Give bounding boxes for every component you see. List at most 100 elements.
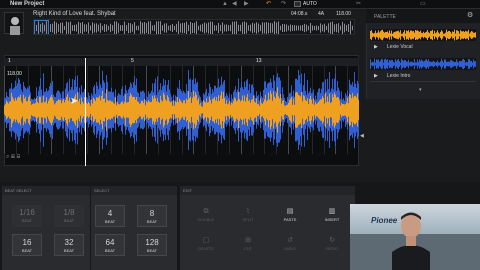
waveform-sample [224, 97, 225, 123]
cut-icon[interactable]: ✂ [356, 1, 361, 7]
beat-button[interactable]: 8 BEAT [137, 205, 167, 227]
overview-sample [86, 24, 87, 32]
palette-item-waveform[interactable] [370, 29, 476, 41]
waveform-sample [5, 103, 6, 117]
palette-waveform-sample [463, 58, 464, 70]
palette-waveform-sample [450, 31, 451, 39]
overview-sample [274, 21, 275, 34]
beat-button[interactable]: 32 BEAT [54, 234, 84, 256]
beat-button-value: 1/16 [19, 208, 35, 217]
waveform-tools[interactable]: ⌕ ⊞ ⊟ [6, 154, 20, 161]
undo-icon[interactable]: ↶ [266, 1, 271, 7]
overview-sample [304, 23, 305, 33]
waveform-sample [321, 99, 322, 121]
double-icon: ⧉ [203, 208, 209, 215]
track-overview[interactable] [33, 19, 355, 35]
waveform-sample [91, 99, 92, 121]
play-icon[interactable]: ◀ [232, 1, 237, 7]
play-icon[interactable]: ▶ [374, 44, 378, 50]
waveform-sample [140, 103, 141, 117]
palette-waveform-sample [465, 30, 466, 40]
palette-waveform-sample [469, 59, 470, 69]
waveform-sample [264, 99, 265, 121]
double-button[interactable]: ⧉ DOUBLE [191, 205, 221, 227]
waveform-sample [154, 95, 155, 125]
waveform-sample [89, 103, 90, 117]
waveform-sample [308, 104, 309, 116]
delete-button[interactable]: ▢ DELETE [191, 234, 221, 256]
waveform-sample [61, 103, 62, 117]
beat-ruler[interactable] [4, 58, 359, 66]
palette-waveform-sample [396, 31, 397, 39]
palette-item-waveform[interactable] [370, 58, 476, 70]
beat-button[interactable]: 1/16 BEAT [12, 205, 42, 227]
overview-sample [146, 23, 147, 33]
paste-button[interactable]: ▤ PASTE [275, 205, 305, 227]
waveform-sample [317, 103, 318, 117]
waveform-sample [209, 96, 210, 124]
waveform-sample [208, 101, 209, 119]
playhead[interactable] [85, 58, 86, 166]
waveform-sample [41, 102, 42, 118]
overview-sample [154, 24, 155, 32]
window-icon[interactable]: ▭ [420, 1, 426, 7]
undo-button[interactable]: ↺ UNDO [275, 234, 305, 256]
palette-waveform-sample [470, 61, 471, 67]
play-icon[interactable]: ▶ [374, 73, 378, 79]
overview-sample [76, 24, 77, 32]
gear-icon[interactable]: ⚙ [467, 11, 473, 19]
waveform-sample [186, 98, 187, 122]
palette-waveform-sample [446, 29, 447, 41]
waveform-sample [192, 97, 193, 123]
overview-sample [234, 21, 235, 34]
overview-sample [100, 23, 101, 33]
waveform-sample [110, 100, 111, 120]
overview-sample [64, 25, 65, 31]
palette-waveform-sample [389, 30, 390, 40]
waveform-sample [17, 97, 18, 123]
palette-waveform-sample [441, 30, 442, 40]
palette-waveform-sample [431, 30, 432, 40]
chevron-up-icon[interactable]: ▲ [222, 1, 228, 7]
insert-button[interactable]: ▥ INSERT [317, 205, 347, 227]
redo-icon[interactable]: ↷ [281, 1, 286, 7]
overview-sample [218, 22, 219, 34]
auto-checkbox[interactable] [294, 1, 301, 7]
beat-button[interactable]: 1/8 BEAT [54, 205, 84, 227]
beat-button[interactable]: 128 BEAT [137, 234, 167, 256]
palette-waveform-sample [475, 32, 476, 38]
palette-item-label[interactable]: Lexie Vocal [387, 44, 413, 50]
waveform-sample [87, 103, 88, 117]
palette-waveform-sample [467, 31, 468, 39]
cut-button[interactable]: ⊞ CUT [233, 234, 263, 256]
waveform[interactable] [4, 66, 359, 154]
overview-sample [110, 23, 111, 33]
collapse-arrow-icon[interactable]: ◀ [360, 133, 364, 139]
overview-sample [142, 22, 143, 34]
waveform-sample [233, 100, 234, 120]
beat-button[interactable]: 16 BEAT [12, 234, 42, 256]
chevron-down-icon[interactable]: ▾ [419, 87, 422, 93]
beat-button[interactable]: 4 BEAT [95, 205, 125, 227]
palette-waveform-sample [474, 32, 475, 38]
palette-waveform-sample [434, 61, 435, 67]
palette-waveform-sample [443, 33, 444, 37]
waveform-sample [293, 98, 294, 122]
waveform-sample [340, 105, 341, 115]
palette-waveform-sample [472, 31, 473, 39]
palette-waveform-sample [460, 30, 461, 40]
redo-button[interactable]: ↻ REDO [317, 234, 347, 256]
overview-position[interactable] [34, 20, 49, 34]
palette-waveform-sample [456, 59, 457, 69]
next-icon[interactable]: ▶ [244, 1, 249, 7]
beat-button[interactable]: 64 BEAT [95, 234, 125, 256]
beat-select-header: BEAT SELECT [2, 186, 90, 195]
waveform-sample [201, 106, 202, 114]
split-button[interactable]: ⌇ SPLIT [233, 205, 263, 227]
palette-waveform-sample [385, 31, 386, 39]
waveform-sample [42, 102, 43, 118]
palette-waveform-sample [465, 62, 466, 66]
overview-sample [352, 25, 353, 31]
palette-item-label[interactable]: Lexie Intro [387, 73, 410, 79]
waveform-sample [257, 104, 258, 116]
